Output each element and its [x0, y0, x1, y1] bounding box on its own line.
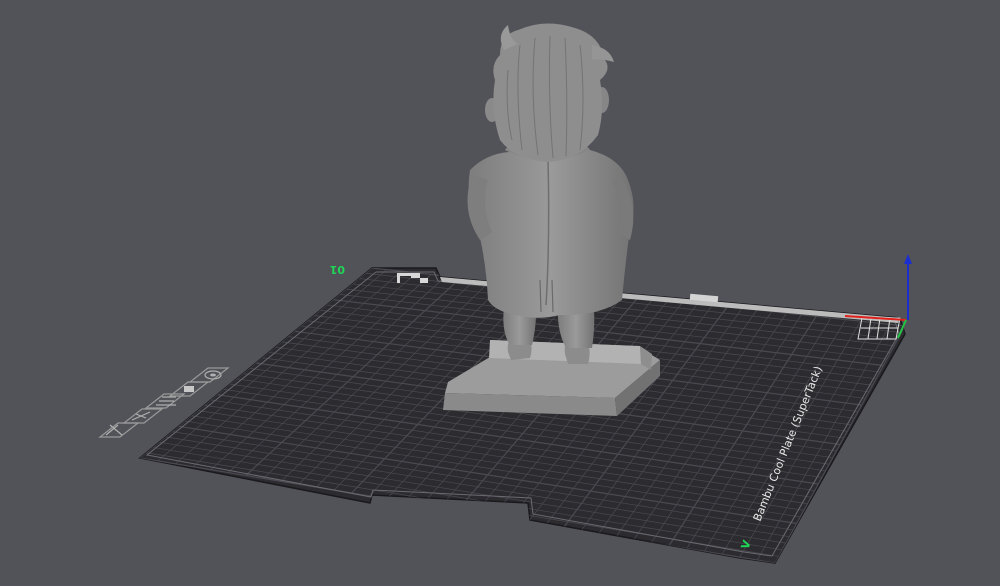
- z-axis-arrow-icon: [904, 254, 912, 264]
- orient-icon[interactable]: [188, 367, 230, 383]
- close-icon[interactable]: [98, 422, 140, 438]
- arrange-icon[interactable]: [122, 408, 164, 424]
- scene-canvas[interactable]: Bambu Cool Plate (SuperTack) 01 V: [0, 0, 1000, 586]
- plate-number-label: 01: [330, 263, 345, 276]
- 3d-viewport[interactable]: Bambu Cool Plate (SuperTack) 01 V: [0, 0, 1000, 586]
- torso: [468, 150, 634, 318]
- hair-tuft-right: [592, 45, 614, 62]
